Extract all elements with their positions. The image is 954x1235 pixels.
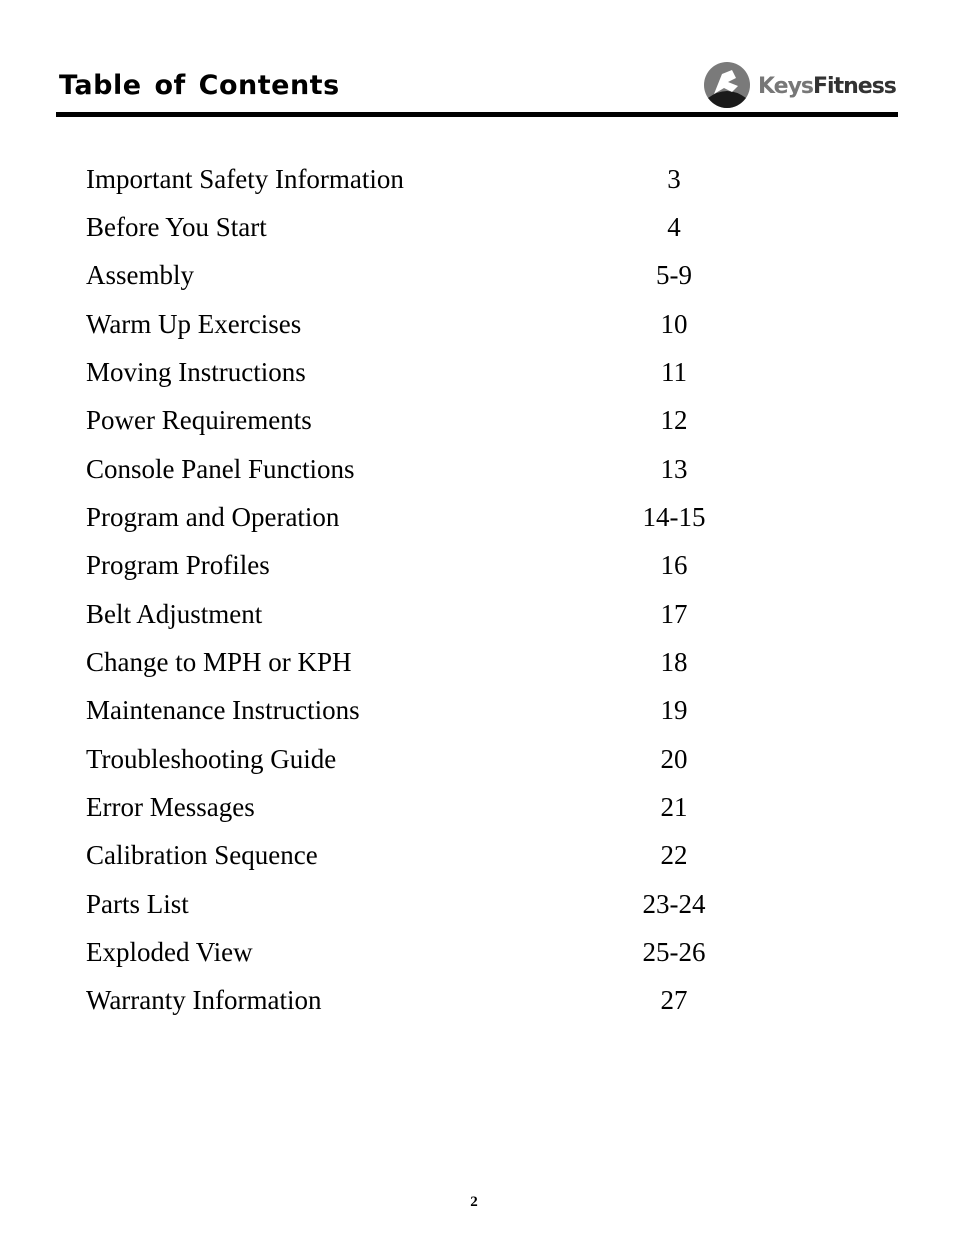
toc-entry[interactable]: Console Panel Functions 13: [86, 454, 786, 494]
toc-entry[interactable]: Program and Operation 14-15: [86, 502, 786, 542]
toc-entry-label: Program and Operation: [86, 502, 340, 532]
toc-entry[interactable]: Before You Start 4: [86, 212, 786, 252]
toc-entry[interactable]: Moving Instructions 11: [86, 357, 786, 397]
toc-entry[interactable]: Program Profiles 16: [86, 550, 786, 590]
toc-entry-label: Warranty Information: [86, 985, 322, 1015]
toc-entry-label: Important Safety Information: [86, 164, 404, 194]
toc-entry[interactable]: Parts List 23-24: [86, 889, 786, 929]
toc-entry-label: Parts List: [86, 889, 189, 919]
toc-entry-page: 18: [660, 647, 688, 677]
toc-entry-label: Change to MPH or KPH: [86, 647, 352, 677]
toc-entry-label: Assembly: [86, 260, 194, 290]
toc-entry-page: 11: [661, 357, 687, 387]
toc-entry-page: 27: [660, 985, 688, 1015]
toc-entry-label: Troubleshooting Guide: [86, 744, 337, 774]
toc-entry-page: 23-24: [642, 889, 706, 919]
toc-entry-page: 16: [660, 550, 688, 580]
toc-entry-label: Moving Instructions: [86, 357, 306, 387]
toc-entry-label: Before You Start: [86, 212, 267, 242]
toc-entry[interactable]: Troubleshooting Guide 20: [86, 744, 786, 784]
toc-entry-page: 22: [660, 840, 688, 870]
toc-entry-label: Exploded View: [86, 937, 253, 967]
toc-entry-label: Program Profiles: [86, 550, 270, 580]
toc-entry[interactable]: Belt Adjustment 17: [86, 599, 786, 639]
toc-entry-page: 19: [660, 695, 688, 725]
toc-entry-page: 4: [667, 212, 681, 242]
keys-fitness-logo: KeysFitness: [702, 60, 902, 110]
toc-entry-page: 12: [660, 405, 688, 435]
brand-wordmark: KeysFitness: [758, 74, 897, 99]
toc-entry[interactable]: Exploded View 25-26: [86, 937, 786, 977]
brand-fitness: Fitness: [813, 74, 897, 99]
toc-entry[interactable]: Assembly 5-9: [86, 260, 786, 300]
toc-entry[interactable]: Calibration Sequence 22: [86, 840, 786, 880]
page-title: Table of Contents: [59, 70, 340, 101]
toc-entry[interactable]: Error Messages 21: [86, 792, 786, 832]
toc-entry-label: Maintenance Instructions: [86, 695, 360, 725]
toc-entry-label: Calibration Sequence: [86, 840, 318, 870]
toc-entry-page: 5-9: [656, 260, 692, 290]
header-rule: [56, 112, 898, 117]
toc-entry-page: 21: [660, 792, 688, 822]
toc-entry-page: 10: [660, 309, 688, 339]
toc-entry-page: 14-15: [642, 502, 706, 532]
toc-entry-label: Warm Up Exercises: [86, 309, 302, 339]
toc-entry-page: 13: [660, 454, 688, 484]
toc-entry[interactable]: Power Requirements 12: [86, 405, 786, 445]
toc-entry-label: Error Messages: [86, 792, 255, 822]
toc-entry-page: 25-26: [642, 937, 706, 967]
toc-entry-page: 3: [667, 164, 681, 194]
brand-keys: Keys: [758, 74, 814, 99]
toc-entry[interactable]: Maintenance Instructions 19: [86, 695, 786, 735]
toc-entry-label: Power Requirements: [86, 405, 312, 435]
toc-entry[interactable]: Change to MPH or KPH 18: [86, 647, 786, 687]
toc-entry[interactable]: Important Safety Information 3: [86, 164, 786, 204]
page-number: 2: [470, 1194, 478, 1210]
toc-entry-label: Belt Adjustment: [86, 599, 263, 629]
toc-entry[interactable]: Warm Up Exercises 10: [86, 309, 786, 349]
toc-entry-page: 17: [660, 599, 688, 629]
toc-entry[interactable]: Warranty Information 27: [86, 985, 786, 1025]
keys-fitness-runner-logo-icon: [704, 62, 750, 108]
toc-entry-label: Console Panel Functions: [86, 454, 355, 484]
toc-entry-page: 20: [660, 744, 688, 774]
